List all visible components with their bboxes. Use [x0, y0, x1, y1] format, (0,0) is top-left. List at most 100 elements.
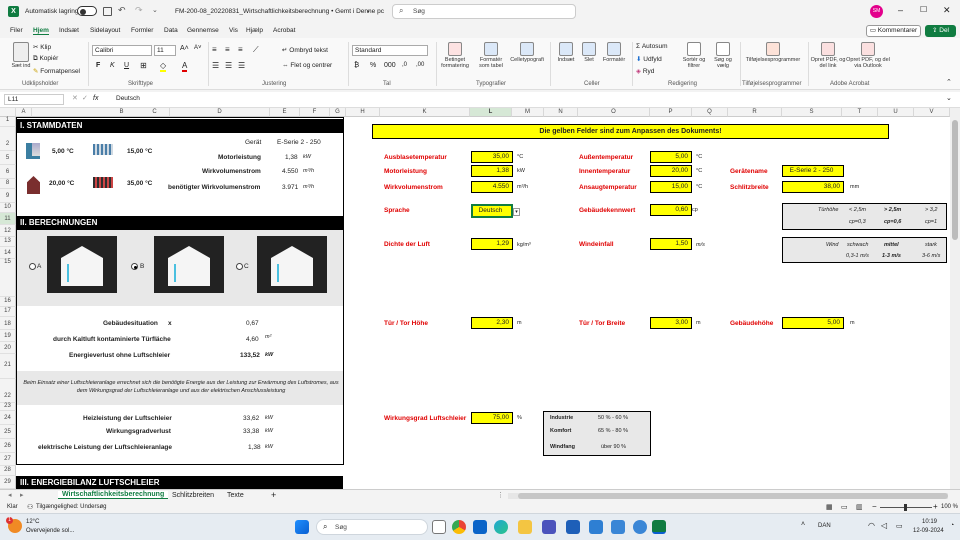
comments-button[interactable]: ▭ Kommentarer — [866, 25, 921, 37]
align-right-icon[interactable]: ☰ — [238, 61, 245, 70]
zoom-in-icon[interactable]: + — [933, 502, 938, 511]
increase-decimal-icon[interactable]: ,0 — [402, 62, 407, 68]
currency-icon[interactable]: ₿ — [354, 62, 359, 69]
menu-acrobat[interactable]: Acrobat — [273, 27, 295, 34]
edge-icon[interactable] — [494, 520, 508, 534]
radio-b[interactable] — [131, 263, 138, 270]
save-icon[interactable] — [103, 7, 112, 16]
worksheet-grid[interactable]: A B C D E F G H K L M N O P Q R S T U V … — [0, 108, 950, 489]
add-sheet-icon[interactable]: + — [271, 490, 276, 500]
row-header[interactable]: 29 — [0, 476, 16, 489]
grow-font-icon[interactable]: A˄ — [180, 45, 189, 52]
align-center-icon[interactable]: ☰ — [225, 61, 232, 70]
zoom-level[interactable]: 100 % — [941, 504, 958, 510]
wrap-text-button[interactable]: ↵ Ombryd tekst — [282, 46, 328, 54]
normal-view-icon[interactable]: ▦ — [826, 503, 833, 511]
column-header[interactable]: A — [16, 108, 32, 117]
accessibility-status[interactable]: Tilgængelighed: Undersøg — [36, 504, 106, 510]
geraetename-input[interactable]: E-Serie 2 - 250 — [782, 165, 844, 177]
row-header[interactable]: 11 — [0, 213, 16, 225]
column-header[interactable]: H — [346, 108, 380, 117]
font-size-select[interactable]: 11 — [154, 45, 176, 56]
aussen-input[interactable]: 5,00 — [650, 151, 692, 163]
dichte-input[interactable]: 1,29 — [471, 238, 513, 250]
insert-cells-button[interactable]: Indsæt — [554, 42, 578, 63]
clear-button[interactable]: ◈ Ryd — [636, 67, 654, 75]
create-pdf-link-button[interactable]: Opret PDF, og del link — [810, 42, 846, 69]
row-header[interactable]: 9 — [0, 189, 16, 203]
row-header[interactable]: 8 — [0, 179, 16, 189]
ausblase-input[interactable]: 35,00 — [471, 151, 513, 163]
column-header[interactable]: N — [544, 108, 578, 117]
menu-help[interactable]: Hjælp — [246, 27, 263, 34]
vertical-scrollbar[interactable] — [950, 108, 960, 489]
teams-icon[interactable] — [542, 520, 556, 534]
column-header[interactable]: P — [650, 108, 692, 117]
taskbar-search[interactable]: ⌕ Søg — [316, 519, 428, 535]
row-header[interactable]: 24 — [0, 411, 16, 425]
tab-texte[interactable]: Texte — [227, 492, 244, 499]
row-header[interactable]: 13 — [0, 237, 16, 247]
zoom-thumb[interactable] — [904, 504, 907, 511]
tab-schlitzbreiten[interactable]: Schlitzbreiten — [172, 492, 214, 499]
cut-button[interactable]: ✂ Klip — [33, 43, 51, 51]
cancel-icon[interactable]: ✕ — [72, 94, 78, 102]
gebhoehe-input[interactable]: 5,00 — [782, 317, 844, 329]
row-header[interactable]: 17 — [0, 307, 16, 317]
underline-button[interactable]: U — [124, 62, 129, 69]
outlook-icon[interactable] — [473, 520, 487, 534]
file-explorer-icon[interactable] — [518, 520, 532, 534]
chevron-up-icon[interactable]: ˄ — [801, 521, 805, 528]
scroll-thumb[interactable] — [952, 120, 958, 240]
name-box[interactable]: L11 — [4, 94, 64, 105]
create-pdf-outlook-button[interactable]: Opret PDF, og del via Outlook — [846, 42, 890, 69]
row-header[interactable]: 15 — [0, 259, 16, 297]
row-header[interactable]: 27 — [0, 453, 16, 466]
fill-button[interactable]: ⬇ Udfyld — [636, 55, 662, 63]
italic-button[interactable]: K — [110, 62, 115, 69]
collapse-ribbon-icon[interactable]: ⌃ — [946, 78, 952, 86]
autosave-toggle[interactable] — [77, 6, 97, 16]
language-indicator[interactable]: DAN — [818, 523, 831, 529]
delete-cells-button[interactable]: Slet — [578, 42, 600, 63]
insert-function-icon[interactable]: fx — [93, 95, 98, 102]
sort-filter-button[interactable]: Sortér og filtrer — [680, 42, 708, 69]
row-header[interactable]: 1 — [0, 117, 16, 127]
wind-input[interactable]: 1,50 — [650, 238, 692, 250]
row-header[interactable]: 23 — [0, 403, 16, 411]
notification-icon[interactable]: ◔ — [950, 522, 954, 529]
orientation-icon[interactable]: ⟋ — [253, 45, 259, 55]
expand-formula-icon[interactable]: ⌄ — [946, 94, 952, 102]
column-header[interactable]: U — [878, 108, 914, 117]
column-header[interactable]: K — [380, 108, 470, 117]
row-header[interactable]: 16 — [0, 297, 16, 307]
addins-button[interactable]: Tilføjelsesprogrammer — [742, 42, 804, 63]
column-header[interactable]: E — [270, 108, 300, 117]
store-icon[interactable] — [589, 520, 603, 534]
ansaug-input[interactable]: 15,00 — [650, 181, 692, 193]
align-bottom-icon[interactable]: ≡ — [238, 45, 243, 54]
row-header[interactable]: 25 — [0, 425, 16, 439]
wifi-icon[interactable]: ◠ — [868, 521, 875, 530]
menu-file[interactable]: Filer — [10, 27, 23, 34]
select-all-corner[interactable] — [0, 108, 16, 117]
column-header[interactable]: O — [578, 108, 650, 117]
zoom-out-icon[interactable]: − — [872, 502, 877, 511]
merge-center-button[interactable]: ⇔ Flet og centrer — [282, 62, 332, 69]
confirm-icon[interactable]: ✓ — [82, 94, 88, 102]
cell-styles-button[interactable]: Celletypografi — [510, 42, 544, 63]
share-button[interactable]: ⇪ Del — [925, 25, 956, 37]
decrease-decimal-icon[interactable]: ,00 — [416, 62, 424, 68]
clock-date[interactable]: 12-09-2024 — [913, 528, 944, 534]
fill-color-icon[interactable]: ◇ — [160, 61, 167, 72]
excel-taskbar-icon[interactable] — [652, 520, 666, 534]
column-header[interactable]: S — [782, 108, 842, 117]
bold-button[interactable]: F — [96, 62, 100, 69]
font-name-select[interactable]: Calibri — [92, 45, 152, 56]
row-header[interactable]: 21 — [0, 354, 16, 379]
task-view-icon[interactable] — [432, 520, 446, 534]
menu-page-layout[interactable]: Sidelayout — [90, 27, 120, 34]
row-header[interactable]: 22 — [0, 379, 16, 403]
column-header[interactable]: D — [170, 108, 270, 117]
next-sheet-icon[interactable]: ▸ — [20, 491, 24, 499]
